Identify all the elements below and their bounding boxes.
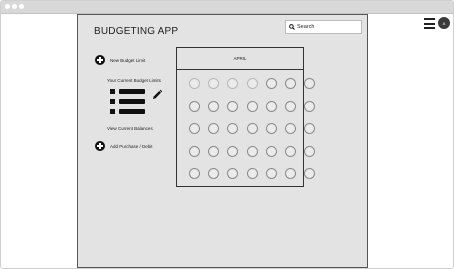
calendar-day[interactable] [208,78,220,89]
calendar-day[interactable] [304,168,316,179]
plus-circle-icon [95,141,105,151]
current-limits-label: Your Current Budget Limits [107,78,161,83]
calendar-day[interactable] [189,168,200,179]
calendar-day[interactable] [227,145,239,157]
new-budget-limit-label: New Budget Limit [110,57,146,63]
calendar-day[interactable] [227,168,239,179]
calendar-day[interactable] [208,123,220,134]
calendar-day[interactable] [246,145,258,157]
list-icon[interactable] [110,89,146,117]
calendar-day[interactable] [227,100,239,112]
browser-window: BUDGETING APP Search New Budget Limit Yo… [0,0,454,269]
calendar-day[interactable] [189,123,200,134]
new-budget-limit-button[interactable]: New Budget Limit [95,55,145,65]
calendar-day[interactable] [208,145,220,157]
calendar-day[interactable] [304,100,316,112]
window-titlebar [1,1,453,14]
calendar-day[interactable] [246,100,258,112]
view-current-balances-link[interactable]: View Current Balances [107,126,153,131]
plus-circle-icon [95,55,105,65]
app-frame: BUDGETING APP Search New Budget Limit Yo… [77,14,368,268]
list-icon-row [110,99,146,104]
pencil-icon[interactable] [151,89,163,101]
calendar-day[interactable] [227,78,239,89]
calendar-month-header: APRIL [177,48,303,70]
avatar-initial: A [442,20,446,26]
window-maximize-dot[interactable] [19,4,24,9]
calendar-day[interactable] [285,145,296,157]
calendar-day[interactable] [189,78,200,89]
calendar-day[interactable] [304,78,316,89]
search-icon [289,24,295,30]
calendar-day[interactable] [246,78,258,89]
calendar-day[interactable] [265,168,277,179]
add-purchase-button[interactable]: Add Purchase / Debit [95,141,153,151]
calendar-day[interactable] [208,168,220,179]
list-icon-row [110,89,146,94]
calendar-day[interactable] [285,78,296,89]
calendar: APRIL [176,47,316,187]
calendar-day[interactable] [265,100,277,112]
window-close-dot[interactable] [5,4,10,9]
calendar-day[interactable] [265,145,277,157]
avatar[interactable]: A [438,17,450,29]
calendar-day[interactable] [265,123,277,134]
list-icon-row [110,109,146,114]
search-input[interactable]: Search [285,20,362,34]
calendar-day[interactable] [246,168,258,179]
page-title: BUDGETING APP [94,26,179,37]
calendar-day[interactable] [227,123,239,134]
calendar-day[interactable] [265,78,277,89]
calendar-day[interactable] [285,100,296,112]
calendar-day[interactable] [304,145,316,157]
hamburger-icon[interactable] [424,18,435,29]
calendar-day[interactable] [208,100,220,112]
window-minimize-dot[interactable] [12,4,17,9]
calendar-month-label: APRIL [233,56,247,61]
add-purchase-label: Add Purchase / Debit [110,143,153,149]
calendar-day[interactable] [304,123,316,134]
calendar-day[interactable] [246,123,258,134]
search-placeholder: Search [297,24,315,30]
calendar-day[interactable] [189,145,200,157]
calendar-day[interactable] [285,168,296,179]
calendar-day[interactable] [285,123,296,134]
calendar-day[interactable] [189,100,200,112]
